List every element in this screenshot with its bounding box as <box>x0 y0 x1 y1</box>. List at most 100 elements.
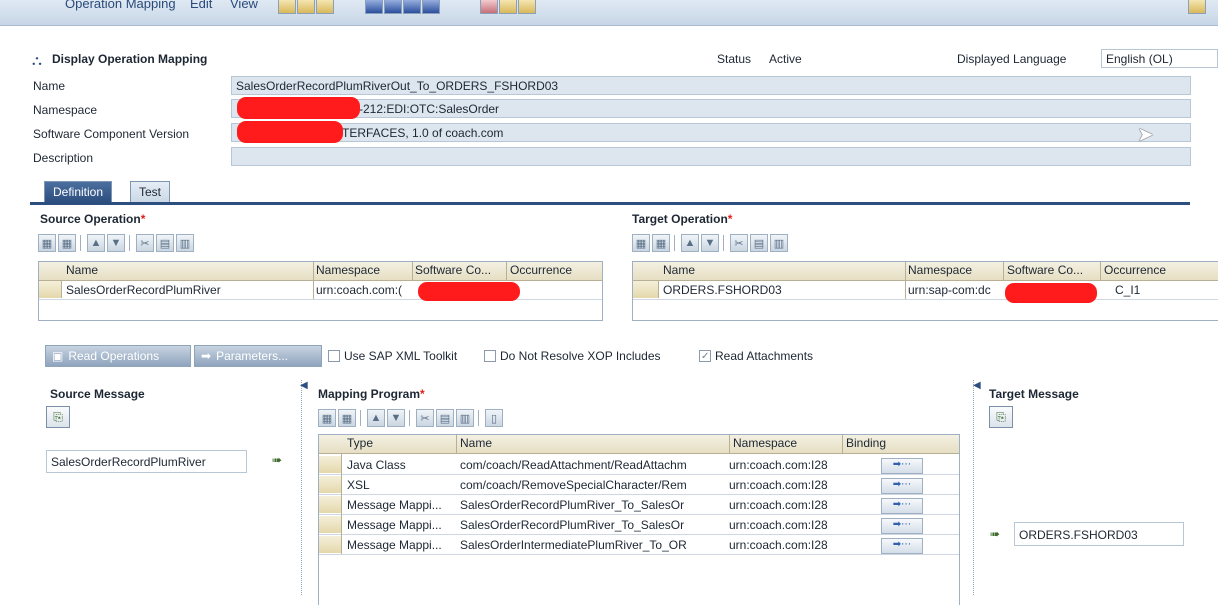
export-icon[interactable] <box>518 0 536 14</box>
menu-view[interactable]: View <box>230 0 258 11</box>
namespace-value: -212:EDI:OTC:SalesOrder <box>359 102 500 116</box>
delete-icon[interactable] <box>480 0 498 14</box>
swcv-field[interactable]: TERFACES, 1.0 of coach.com <box>231 123 1191 142</box>
cell-name: ORDERS.FSHORD03 <box>663 283 782 297</box>
where-used-icon[interactable] <box>403 0 421 14</box>
column-header[interactable]: Namespace <box>908 263 972 277</box>
binding-button[interactable]: ➡⋯ <box>881 478 923 494</box>
cell-name: SalesOrderIntermediatePlumRiver_To_OR <box>460 538 687 552</box>
row-selector[interactable] <box>633 281 659 298</box>
name-field[interactable]: SalesOrderRecordPlumRiverOut_To_ORDERS_F… <box>231 76 1191 95</box>
table-row[interactable]: XSL com/coach/RemoveSpecialCharacter/Rem… <box>319 476 959 495</box>
display-icon[interactable] <box>365 0 383 14</box>
print-icon[interactable] <box>499 0 517 14</box>
insert-row-icon[interactable]: ▦ <box>38 234 56 252</box>
copy-icon[interactable]: ▤ <box>436 409 454 427</box>
row-selector[interactable] <box>39 281 62 298</box>
delete-row-icon[interactable]: ▦ <box>338 409 356 427</box>
namespace-field[interactable]: -212:EDI:OTC:SalesOrder <box>231 99 1191 118</box>
column-header[interactable]: Occurrence <box>1104 263 1166 277</box>
column-header[interactable]: Occurrence <box>510 263 572 277</box>
source-operation-toolbar: ▦ ▦ ▲ ▼ ✂ ▤ ▥ <box>38 232 194 254</box>
move-down-icon[interactable]: ▼ <box>107 234 125 252</box>
collapse-left-icon[interactable]: ◀ <box>300 380 308 410</box>
row-selector[interactable] <box>319 476 342 493</box>
binding-button[interactable]: ➡⋯ <box>881 518 923 534</box>
table-row[interactable]: ORDERS.FSHORD03 urn:sap-com:dc C_I1 <box>633 281 1218 300</box>
use-sap-xml-toolkit-checkbox[interactable]: Use SAP XML Toolkit <box>328 349 457 363</box>
row-selector[interactable] <box>319 456 342 473</box>
copy-icon[interactable]: ▤ <box>156 234 174 252</box>
tab-definition[interactable]: Definition <box>44 181 113 202</box>
cut-icon[interactable]: ✂ <box>730 234 748 252</box>
column-header[interactable]: Namespace <box>733 436 797 450</box>
target-operation-toolbar: ▦ ▦ ▲ ▼ ✂ ▤ ▥ <box>632 232 788 254</box>
target-message-title: Target Message <box>989 387 1079 401</box>
redaction-mark <box>237 97 360 119</box>
language-select[interactable]: English (OL) <box>1101 49 1218 68</box>
column-header[interactable]: Name <box>663 263 695 277</box>
column-header[interactable]: Binding <box>846 436 886 450</box>
insert-row-icon[interactable]: ▦ <box>632 234 650 252</box>
window-icon[interactable] <box>1188 0 1206 14</box>
paste-icon[interactable]: ▥ <box>770 234 788 252</box>
move-up-icon[interactable]: ▲ <box>367 409 385 427</box>
redaction-mark <box>1005 283 1097 303</box>
move-up-icon[interactable]: ▲ <box>681 234 699 252</box>
column-header[interactable]: Name <box>460 436 492 450</box>
column-header[interactable]: Software Co... <box>415 263 491 277</box>
copy-icon[interactable]: ▤ <box>750 234 768 252</box>
move-down-icon[interactable]: ▼ <box>701 234 719 252</box>
arrow-right-icon: ➠ <box>990 527 1001 541</box>
cut-icon[interactable]: ✂ <box>416 409 434 427</box>
target-message-field[interactable]: ORDERS.FSHORD03 <box>1014 522 1184 546</box>
tab-test[interactable]: Test <box>130 181 171 202</box>
history-icon[interactable] <box>422 0 440 14</box>
row-selector[interactable] <box>319 536 342 553</box>
parameters-button[interactable]: ➡ Parameters... <box>194 345 322 367</box>
copy-icon[interactable] <box>316 0 334 14</box>
cell-name: com/coach/RemoveSpecialCharacter/Rem <box>460 478 687 492</box>
binding-button[interactable]: ➡⋯ <box>881 498 923 514</box>
row-selector[interactable] <box>319 496 342 513</box>
collapse-right-icon[interactable]: ◀ <box>973 380 981 410</box>
cut-icon[interactable]: ✂ <box>136 234 154 252</box>
copy-message-icon[interactable]: ⎘ <box>989 406 1013 428</box>
binding-button[interactable]: ➡⋯ <box>881 458 923 474</box>
column-header[interactable]: Name <box>66 263 98 277</box>
column-header[interactable]: Software Co... <box>1007 263 1083 277</box>
source-operation-title: Source Operation* <box>40 212 146 226</box>
table-row[interactable]: Message Mappi... SalesOrderRecordPlumRiv… <box>319 516 959 535</box>
target-message-value: ORDERS.FSHORD03 <box>1019 528 1138 542</box>
paste-icon[interactable]: ▥ <box>176 234 194 252</box>
column-header[interactable]: Namespace <box>316 263 380 277</box>
menu-operation-mapping[interactable]: Operation Mapping <box>65 0 176 11</box>
check-icon[interactable] <box>384 0 402 14</box>
table-row[interactable]: Message Mappi... SalesOrderIntermediateP… <box>319 536 959 555</box>
delete-row-icon[interactable]: ▦ <box>58 234 76 252</box>
do-not-resolve-xop-checkbox[interactable]: Do Not Resolve XOP Includes <box>484 349 661 363</box>
table-row[interactable]: Java Class com/coach/ReadAttachment/Read… <box>319 456 959 475</box>
read-attachments-checkbox[interactable]: Read Attachments <box>699 349 813 363</box>
delete-row-icon[interactable]: ▦ <box>652 234 670 252</box>
paste-icon[interactable]: ▥ <box>456 409 474 427</box>
binding-button[interactable]: ➡⋯ <box>881 538 923 554</box>
edit-icon[interactable] <box>278 0 296 14</box>
document-icon[interactable]: ▯ <box>485 409 503 427</box>
table-row[interactable]: Message Mappi... SalesOrderRecordPlumRiv… <box>319 496 959 515</box>
source-message-field[interactable]: SalesOrderRecordPlumRiver <box>46 450 247 473</box>
copy-message-icon[interactable]: ⎘ <box>46 406 70 428</box>
cell-type: Message Mappi... <box>347 518 442 532</box>
save-icon[interactable] <box>297 0 315 14</box>
page-title: Display Operation Mapping <box>52 52 208 66</box>
column-header[interactable]: Type <box>347 436 373 450</box>
cell-namespace: urn:coach.com:I28 <box>729 518 828 532</box>
menu-edit[interactable]: Edit <box>190 0 212 11</box>
mapping-program-toolbar: ▦ ▦ ▲ ▼ ✂ ▤ ▥ ▯ <box>318 407 503 429</box>
move-down-icon[interactable]: ▼ <box>387 409 405 427</box>
insert-row-icon[interactable]: ▦ <box>318 409 336 427</box>
move-up-icon[interactable]: ▲ <box>87 234 105 252</box>
read-operations-button[interactable]: ▣ Read Operations <box>45 345 191 367</box>
description-field[interactable] <box>231 147 1191 166</box>
row-selector[interactable] <box>319 516 342 533</box>
